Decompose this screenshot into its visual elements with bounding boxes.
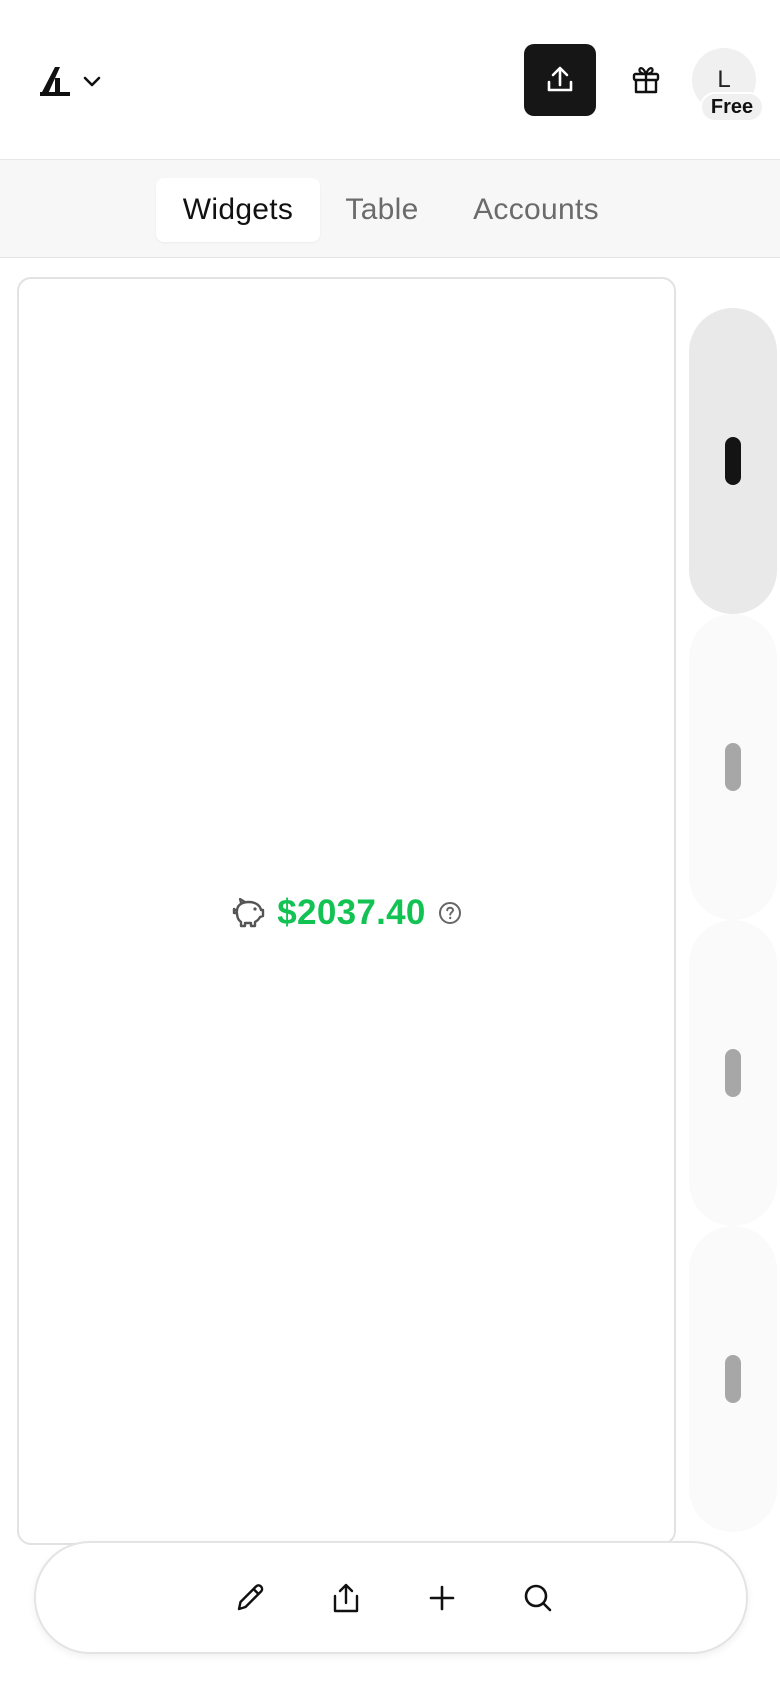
savings-widget-card[interactable]: $2037.40	[17, 277, 676, 1545]
workspace-switcher[interactable]	[36, 58, 112, 104]
search-button[interactable]	[513, 1573, 563, 1623]
gift-icon	[632, 67, 660, 94]
pager-handle	[725, 743, 741, 791]
tab-widgets[interactable]: Widgets	[156, 178, 320, 242]
savings-amount: $2037.40	[277, 893, 426, 932]
pencil-icon	[237, 1584, 264, 1611]
bottom-toolbar	[34, 1541, 748, 1654]
edit-button[interactable]	[225, 1573, 275, 1623]
upload-icon	[547, 66, 573, 92]
share-button[interactable]	[321, 1573, 371, 1623]
pager-page-2[interactable]	[689, 614, 777, 920]
pager-handle	[725, 1049, 741, 1097]
view-tabs: Widgets Table Accounts	[0, 160, 780, 258]
app-root: L Free Widgets Table Accounts $2037.40	[0, 0, 780, 1688]
pager-handle	[725, 1355, 741, 1403]
pager-page-3[interactable]	[689, 920, 777, 1226]
share-icon	[333, 1583, 359, 1613]
header: L Free	[0, 0, 780, 160]
pager-page-1[interactable]	[689, 308, 777, 614]
savings-summary: $2037.40	[19, 891, 674, 935]
pager-handle	[725, 437, 741, 485]
plus-icon	[429, 1585, 455, 1611]
tab-accounts[interactable]: Accounts	[454, 178, 618, 242]
plan-badge: Free	[700, 92, 764, 122]
chevron-down-icon	[83, 76, 101, 87]
upload-button[interactable]	[524, 44, 596, 116]
pager-page-4[interactable]	[689, 1226, 777, 1532]
add-button[interactable]	[417, 1573, 467, 1623]
gift-button[interactable]	[624, 58, 668, 102]
tab-table[interactable]: Table	[326, 178, 438, 242]
search-icon	[524, 1584, 552, 1612]
piggy-bank-icon	[233, 898, 265, 928]
help-circle-icon[interactable]	[438, 901, 462, 925]
lambda-logo-icon	[40, 67, 70, 96]
